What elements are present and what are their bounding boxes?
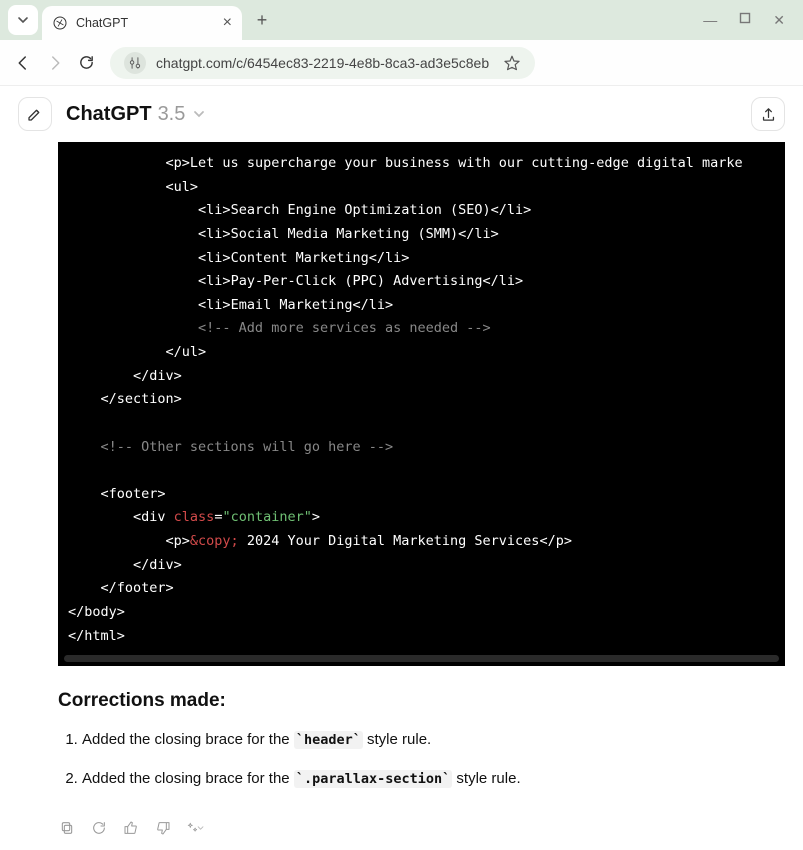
code-text: <p> (68, 155, 190, 171)
code-text: > (312, 509, 320, 525)
app-name: ChatGPT (66, 103, 152, 126)
close-window-button[interactable]: ✕ (773, 12, 785, 29)
corrections-list: Added the closing brace for the `header`… (58, 726, 785, 793)
forward-button[interactable] (46, 54, 66, 72)
code-text: Let us supercharge your business with ou… (190, 155, 743, 171)
code-block[interactable]: <p>Let us supercharge your business with… (58, 142, 785, 666)
thumbs-up-button[interactable] (122, 819, 140, 837)
code-text: </li> (483, 273, 524, 289)
text: Added the closing brace for the (82, 770, 294, 787)
minimize-button[interactable]: — (703, 12, 717, 29)
close-tab-button[interactable]: × (223, 14, 232, 32)
corrections-heading: Corrections made: (58, 690, 785, 712)
code-text: Email Marketing (231, 297, 353, 313)
code-text: <li> (68, 250, 231, 266)
message-actions (0, 813, 803, 837)
code-comment: <!-- Add more services as needed --> (68, 320, 491, 336)
list-item: Added the closing brace for the `header`… (82, 726, 785, 755)
browser-tab-strip: ChatGPT × + — ✕ (0, 0, 803, 40)
code-text: <li> (68, 273, 231, 289)
code-text: </div> (68, 368, 182, 384)
chevron-down-icon (17, 14, 29, 26)
code-text (68, 415, 76, 431)
text: style rule. (452, 770, 520, 787)
code-text: </div> (68, 557, 182, 573)
address-bar[interactable]: chatgpt.com/c/6454ec83-2219-4e8b-8ca3-ad… (110, 47, 535, 79)
code-text: <li> (68, 297, 231, 313)
bookmark-button[interactable] (503, 54, 521, 72)
window-controls: — ✕ (703, 12, 799, 29)
code-text: <li> (68, 226, 231, 242)
code-text: <p> (68, 533, 190, 549)
code-text: </li> (352, 297, 393, 313)
chatgpt-favicon (52, 15, 68, 31)
model-version: 3.5 (158, 103, 186, 126)
browser-tab[interactable]: ChatGPT × (42, 6, 242, 40)
code-text (68, 462, 76, 478)
code-text: Pay-Per-Click (PPC) Advertising (231, 273, 483, 289)
reload-button[interactable] (78, 54, 98, 71)
inline-code: `.parallax-section` (294, 770, 452, 788)
code-text: <footer> (68, 486, 166, 502)
code-text: <ul> (68, 179, 198, 195)
code-text: "container" (222, 509, 311, 525)
chatgpt-header: ChatGPT 3.5 (0, 86, 803, 142)
site-settings-icon[interactable] (124, 52, 146, 74)
code-text: </p> (539, 533, 572, 549)
code-text: </li> (491, 202, 532, 218)
new-tab-button[interactable]: + (246, 4, 278, 36)
code-text: </footer> (68, 580, 174, 596)
compose-icon (26, 105, 44, 123)
list-item: Added the closing brace for the `.parall… (82, 765, 785, 794)
thumbs-up-icon (123, 820, 139, 836)
regenerate-button[interactable] (90, 819, 108, 837)
code-text: class (174, 509, 215, 525)
code-text: </section> (68, 391, 182, 407)
code-text: Social Media Marketing (SMM) (231, 226, 459, 242)
tab-list-dropdown[interactable] (8, 5, 38, 35)
copy-icon (59, 820, 75, 836)
code-text: </body> (68, 604, 125, 620)
share-button[interactable] (751, 97, 785, 131)
code-text: Content Marketing (231, 250, 369, 266)
chat-content: <p>Let us supercharge your business with… (0, 142, 803, 837)
browser-toolbar: chatgpt.com/c/6454ec83-2219-4e8b-8ca3-ad… (0, 40, 803, 86)
code-comment: <!-- Other sections will go here --> (68, 439, 393, 455)
assistant-message-text: Corrections made: Added the closing brac… (0, 666, 803, 813)
code-text: </li> (458, 226, 499, 242)
maximize-button[interactable] (739, 12, 751, 29)
text: Added the closing brace for the (82, 731, 294, 748)
upload-icon (760, 106, 777, 123)
refresh-icon (91, 820, 107, 836)
code-text: &copy; (190, 533, 239, 549)
text: style rule. (363, 731, 431, 748)
chevron-down-icon (197, 823, 204, 833)
inline-code: `header` (294, 731, 363, 749)
tab-title: ChatGPT (76, 16, 128, 30)
code-text: </ul> (68, 344, 206, 360)
code-text: 2024 Your Digital Marketing Services (239, 533, 540, 549)
thumbs-down-icon (155, 820, 171, 836)
model-selector[interactable]: ChatGPT 3.5 (66, 103, 205, 126)
code-text: <div (68, 509, 174, 525)
copy-button[interactable] (58, 819, 76, 837)
code-text: </li> (369, 250, 410, 266)
back-button[interactable] (14, 54, 34, 72)
url-text: chatgpt.com/c/6454ec83-2219-4e8b-8ca3-ad… (156, 55, 489, 71)
chevron-down-icon (193, 108, 205, 120)
code-text: <li> (68, 202, 231, 218)
more-button[interactable] (186, 819, 204, 837)
code-text: Search Engine Optimization (SEO) (231, 202, 491, 218)
horizontal-scrollbar[interactable] (64, 655, 779, 662)
code-text: </html> (68, 628, 125, 644)
new-chat-button[interactable] (18, 97, 52, 131)
thumbs-down-button[interactable] (154, 819, 172, 837)
